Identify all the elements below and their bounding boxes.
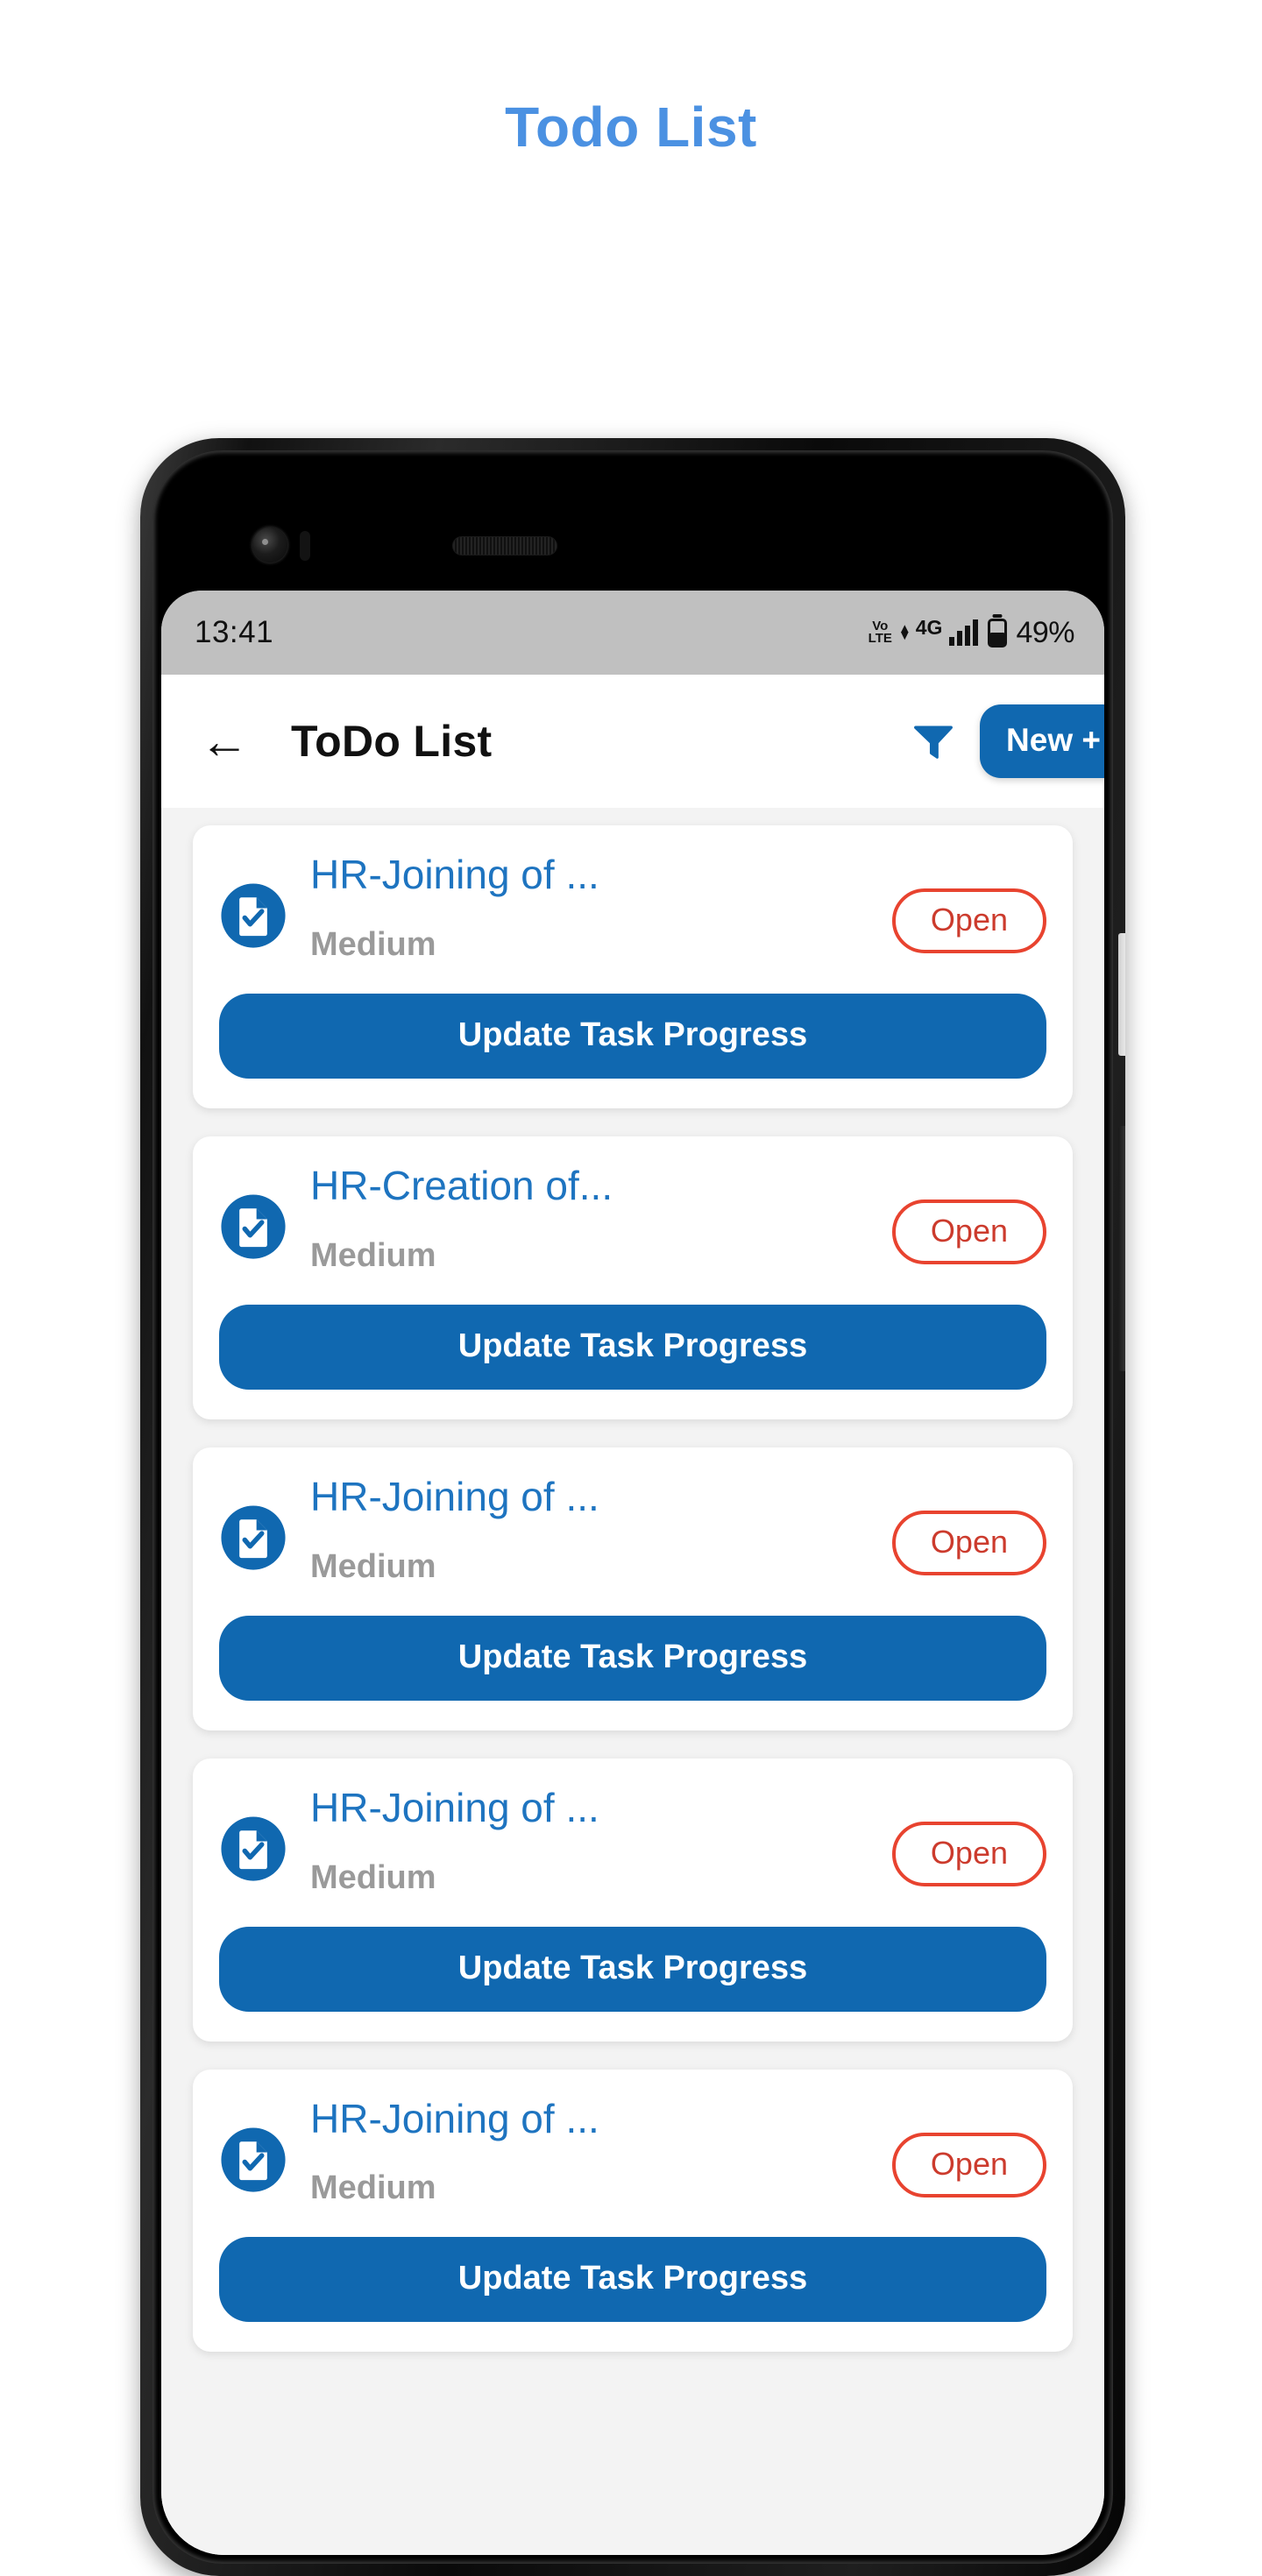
task-card-header: HR-Joining of ... Medium Open — [219, 1474, 1046, 1586]
document-check-icon — [221, 1816, 286, 1881]
task-card-body: HR-Joining of ... Medium — [310, 852, 869, 964]
page-title: Todo List — [505, 96, 757, 159]
volte-bottom-label: LTE — [868, 631, 892, 646]
proximity-sensor-icon — [300, 531, 310, 561]
status-bar-time: 13:41 — [195, 615, 274, 649]
volume-button[interactable] — [1118, 933, 1125, 1056]
new-task-button[interactable]: New + — [980, 704, 1104, 778]
status-badge[interactable]: Open — [891, 2132, 1046, 2197]
status-badge[interactable]: Open — [891, 888, 1046, 953]
task-card[interactable]: HR-Joining of ... Medium Open Update Tas… — [193, 1447, 1073, 1730]
network-type-label: 4G — [915, 615, 943, 639]
task-title: HR-Joining of ... — [310, 852, 599, 897]
update-task-progress-button[interactable]: Update Task Progress — [219, 2237, 1046, 2323]
status-badge[interactable]: Open — [891, 1821, 1046, 1886]
task-list[interactable]: HR-Joining of ... Medium Open Update Tas… — [161, 808, 1104, 2555]
front-camera-icon — [252, 527, 287, 563]
phone-device-frame: 13:41 Vo LTE ▲ ▼ 4G 49% ← ToDo List New … — [140, 438, 1125, 2576]
app-viewport: 13:41 Vo LTE ▲ ▼ 4G 49% ← ToDo List New … — [161, 591, 1104, 2555]
task-card-header: HR-Joining of ... Medium Open — [219, 852, 1046, 964]
task-priority: Medium — [310, 1858, 436, 1896]
status-badge[interactable]: Open — [891, 1510, 1046, 1575]
task-card-header: HR-Creation of... Medium Open — [219, 1163, 1046, 1275]
status-bar: 13:41 Vo LTE ▲ ▼ 4G 49% — [161, 591, 1104, 675]
phone-screen: 13:41 Vo LTE ▲ ▼ 4G 49% ← ToDo List New … — [161, 459, 1104, 2555]
status-bar-indicators: Vo LTE ▲ ▼ 4G 49% — [868, 615, 1075, 650]
task-card[interactable]: HR-Creation of... Medium Open Update Tas… — [193, 1136, 1073, 1419]
task-card[interactable]: HR-Joining of ... Medium Open Update Tas… — [193, 2069, 1073, 2353]
volte-icon: Vo LTE — [868, 619, 892, 646]
task-priority: Medium — [310, 2169, 436, 2207]
document-check-icon — [221, 1505, 286, 1570]
status-badge[interactable]: Open — [891, 1199, 1046, 1264]
update-task-progress-button[interactable]: Update Task Progress — [219, 1926, 1046, 2012]
task-title: HR-Joining of ... — [310, 1473, 599, 1519]
battery-icon — [988, 618, 1008, 648]
battery-percent-label: 49% — [1016, 615, 1074, 649]
task-priority: Medium — [310, 1236, 436, 1274]
task-card[interactable]: HR-Joining of ... Medium Open Update Tas… — [193, 1758, 1073, 2042]
app-bar-actions: New + — [910, 675, 1104, 808]
task-title: HR-Joining of ... — [310, 2095, 599, 2141]
task-card-body: HR-Joining of ... Medium — [310, 1474, 869, 1586]
update-task-progress-button[interactable]: Update Task Progress — [219, 1615, 1046, 1701]
task-card-header: HR-Joining of ... Medium Open — [219, 1785, 1046, 1897]
task-card-header: HR-Joining of ... Medium Open — [219, 2096, 1046, 2208]
back-arrow-icon[interactable]: ← — [200, 717, 249, 766]
app-bar: ← ToDo List New + — [161, 675, 1104, 808]
task-title: HR-Creation of... — [310, 1162, 613, 1208]
update-task-progress-button[interactable]: Update Task Progress — [219, 993, 1046, 1079]
update-task-progress-button[interactable]: Update Task Progress — [219, 1304, 1046, 1390]
task-card-body: HR-Joining of ... Medium — [310, 1785, 869, 1897]
document-check-icon — [221, 1194, 286, 1259]
app-bar-title: ToDo List — [291, 717, 493, 766]
document-check-icon — [221, 883, 286, 948]
task-card[interactable]: HR-Joining of ... Medium Open Update Tas… — [193, 825, 1073, 1108]
document-check-icon — [221, 2127, 286, 2192]
signal-strength-icon — [949, 619, 979, 646]
task-priority: Medium — [310, 1547, 436, 1585]
data-transfer-arrows-icon: ▲ ▼ — [897, 620, 911, 643]
task-title: HR-Joining of ... — [310, 1784, 599, 1830]
task-card-body: HR-Creation of... Medium — [310, 1163, 869, 1275]
power-button[interactable] — [1118, 1126, 1125, 1371]
earpiece-speaker-icon — [452, 536, 557, 556]
task-priority: Medium — [310, 925, 436, 963]
filter-funnel-icon[interactable] — [910, 718, 957, 765]
task-card-body: HR-Joining of ... Medium — [310, 2096, 869, 2208]
